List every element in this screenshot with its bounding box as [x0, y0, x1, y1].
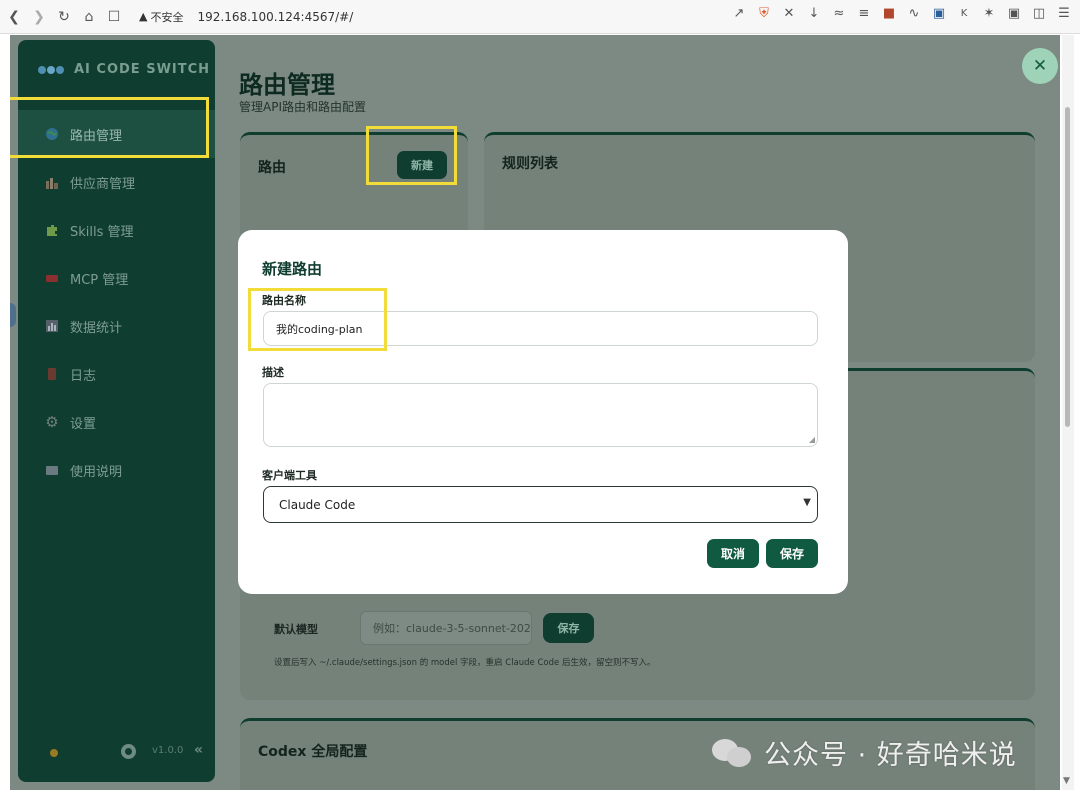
extension-icon[interactable]: ∿: [906, 6, 922, 21]
sidebar-item-mcp[interactable]: MCP 管理: [18, 254, 215, 302]
sidebar-item-providers[interactable]: 供应商管理: [18, 158, 215, 206]
book-icon: [44, 462, 60, 478]
highlight-new-button: [366, 126, 457, 185]
watermark-text: 公众号 · 好奇哈米说: [764, 740, 1017, 771]
sidebar-item-stats[interactable]: 数据统计: [18, 302, 215, 350]
sidebar-item-label: 使用说明: [70, 464, 123, 480]
status-dot: [50, 749, 58, 757]
scrollbar[interactable]: ▼: [1062, 35, 1074, 790]
factory-icon: [44, 174, 60, 190]
share-icon[interactable]: ↗: [731, 6, 747, 21]
shield-icon[interactable]: ⛨: [756, 6, 772, 21]
sidebar-item-label: 数据统计: [70, 320, 123, 336]
sidebar-item-logs[interactable]: 日志: [18, 350, 215, 398]
codex-card-title: Codex 全局配置: [258, 744, 368, 760]
browser-toolbar: ❮ ❯ ↻ ⌂ ☐ ▲ 不安全 192.168.100.124:4567/#/ …: [0, 0, 1080, 34]
insecure-label: 不安全: [150, 10, 184, 24]
client-tool-value: Claude Code: [279, 497, 356, 512]
sidebar-item-guide[interactable]: 使用说明: [18, 446, 215, 494]
extension-icon[interactable]: ▣: [931, 6, 947, 21]
sidebar-item-label: 设置: [70, 416, 97, 432]
resize-handle-icon[interactable]: ◢: [809, 435, 815, 444]
extension-icon[interactable]: ≡: [856, 6, 872, 21]
extension-icon[interactable]: ▣: [1006, 6, 1022, 21]
sidebar-item-label: 日志: [70, 368, 97, 384]
client-tool-label: 客户端工具: [262, 469, 317, 482]
extension-icon[interactable]: ≈: [831, 6, 847, 21]
wechat-icon: [712, 737, 754, 769]
highlight-route-name: [248, 288, 387, 351]
plug-icon: [44, 270, 60, 286]
sidebar-item-skills[interactable]: Skills 管理: [18, 206, 215, 254]
default-model-save-button[interactable]: 保存: [543, 613, 594, 643]
sidebar-item-label: Skills 管理: [70, 224, 134, 240]
extension-icon[interactable]: ✕: [781, 6, 797, 21]
puzzle-icon: [44, 222, 60, 238]
rules-card-title: 规则列表: [502, 156, 558, 172]
url-text: 192.168.100.124:4567/#/: [197, 9, 354, 24]
cancel-button[interactable]: 取消: [707, 539, 759, 568]
reload-icon[interactable]: ↻: [53, 6, 75, 28]
sidebar-item-settings[interactable]: ⚙ 设置: [18, 398, 215, 446]
scrollbar-thumb[interactable]: [1065, 107, 1070, 427]
new-route-modal: 新建路由 路由名称 我的coding-plan 描述 ◢ 客户端工具 Claud…: [238, 230, 848, 594]
sidebar-footer: v1.0.0 «: [18, 742, 215, 764]
logo-icon: [38, 64, 64, 76]
sidebar-toggle-icon[interactable]: ◫: [1031, 6, 1047, 21]
scroll-down-icon[interactable]: ▼: [1063, 776, 1070, 786]
side-handle[interactable]: [10, 303, 16, 327]
forward-icon[interactable]: ❯: [28, 6, 50, 28]
page-viewport: AI CODE SWITCH 路由管理 供应商管理 Skills 管理 MCP …: [10, 35, 1060, 790]
puzzle-icon[interactable]: ✶: [981, 6, 997, 21]
description-textarea[interactable]: ◢: [263, 383, 818, 447]
close-icon[interactable]: ✕: [1022, 48, 1058, 84]
extension-icon[interactable]: ■: [881, 6, 897, 21]
brand-name: AI CODE SWITCH: [74, 62, 211, 77]
gear-icon: ⚙: [45, 413, 59, 431]
page-title: 路由管理: [239, 71, 335, 99]
back-icon[interactable]: ❮: [3, 6, 25, 28]
chart-icon: [44, 318, 60, 334]
sidebar-item-label: MCP 管理: [70, 272, 129, 288]
version-label: v1.0.0: [152, 745, 184, 756]
default-model-input[interactable]: 例如：claude-3-5-sonnet-2024: [360, 611, 532, 645]
log-icon: [44, 366, 60, 382]
highlight-sidebar-routes: [10, 97, 209, 158]
description-label: 描述: [262, 366, 284, 379]
menu-icon[interactable]: ☰: [1056, 6, 1072, 21]
sidebar-item-label: 供应商管理: [70, 176, 136, 192]
collapse-icon[interactable]: «: [194, 742, 203, 758]
github-icon[interactable]: [121, 744, 136, 759]
default-model-hint: 设置后写入 ~/.claude/settings.json 的 model 字段…: [274, 658, 656, 668]
sidebar-nav: 路由管理 供应商管理 Skills 管理 MCP 管理 数据统计 日志 ⚙ 设置…: [18, 110, 215, 494]
client-tool-select[interactable]: Claude Code ▼: [263, 486, 818, 523]
modal-title: 新建路由: [262, 260, 323, 278]
watermark: 公众号 · 好奇哈米说: [712, 733, 1017, 772]
home-icon[interactable]: ⌂: [78, 6, 100, 28]
save-button[interactable]: 保存: [766, 539, 818, 568]
bookmark-icon[interactable]: ☐: [103, 6, 125, 28]
address-bar[interactable]: ▲ 不安全 192.168.100.124:4567/#/: [139, 9, 353, 25]
chevron-down-icon: ▼: [803, 497, 811, 508]
warning-icon: ▲: [139, 10, 148, 23]
download-icon[interactable]: ↓: [806, 6, 822, 21]
page-subtitle: 管理API路由和路由配置: [239, 100, 366, 114]
extension-toolbar: ↗ ⛨ ✕ ↓ ≈ ≡ ■ ∿ ▣ K ✶ ▣ ◫ ☰: [731, 6, 1072, 21]
brand: AI CODE SWITCH: [38, 62, 210, 77]
default-model-label: 默认模型: [274, 623, 318, 636]
routes-card-title: 路由: [258, 160, 286, 176]
extension-icon[interactable]: K: [956, 8, 972, 19]
